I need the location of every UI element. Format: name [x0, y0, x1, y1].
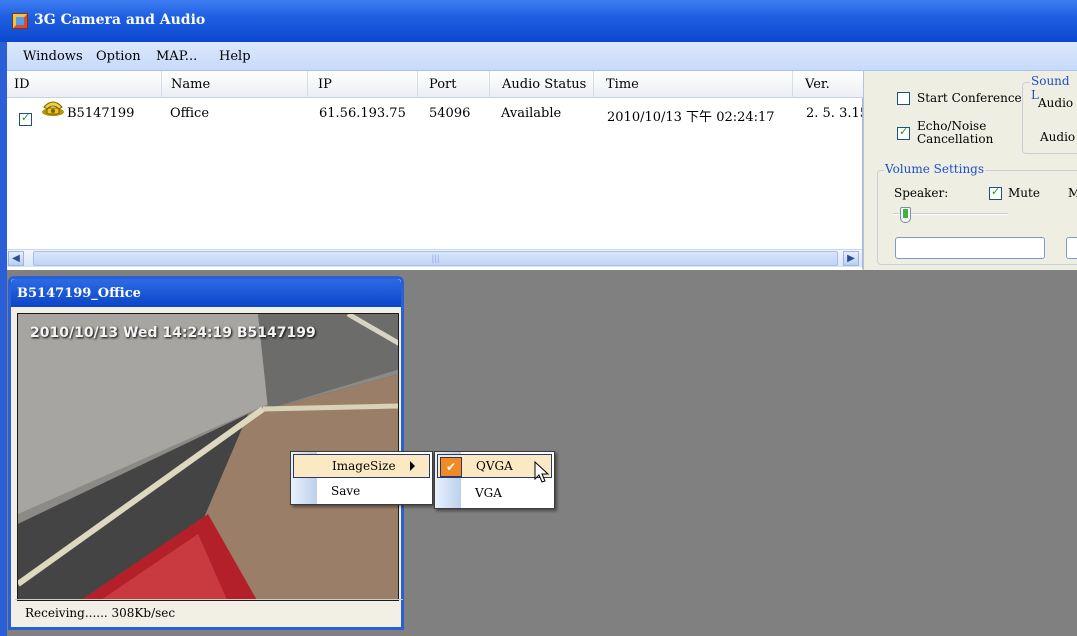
menu-help[interactable]: Help	[219, 49, 251, 64]
horizontal-scrollbar[interactable]: ◀ ||| ▶	[7, 249, 862, 267]
menu-item-save-label: Save	[331, 484, 361, 498]
mic-level-box[interactable]	[1066, 237, 1077, 259]
menu-item-imagesize[interactable]: ImageSize	[293, 454, 430, 478]
mute-label: Mute	[1008, 186, 1040, 200]
video-timestamp-overlay: 2010/10/13 Wed 14:24:19 B5147199	[30, 325, 316, 341]
mic-label-partial: M	[1068, 186, 1077, 200]
echo-label-line2: Cancellation	[917, 132, 994, 146]
column-audio-status[interactable]: Audio Status	[490, 71, 594, 98]
title-bar[interactable]: 3G Camera and Audio	[0, 0, 1077, 42]
row-checkbox[interactable]	[19, 111, 32, 126]
menu-item-imagesize-label: ImageSize	[332, 459, 396, 473]
mouse-pointer-icon	[534, 461, 550, 483]
cell-id: B5147199	[67, 106, 135, 121]
status-bar: Receiving...... 308Kb/sec	[15, 599, 403, 627]
volume-settings-title: Volume Settings	[884, 162, 986, 176]
cell-audio-status: Available	[501, 106, 562, 121]
submenu-item-vga-label: VGA	[475, 486, 502, 500]
submenu-arrow-icon	[410, 461, 415, 471]
menu-map[interactable]: MAP...	[156, 49, 197, 64]
column-port[interactable]: Port	[418, 71, 490, 98]
check-mark-icon: ✔	[440, 457, 462, 477]
audio-label-1: Audio	[1038, 96, 1074, 110]
window-title: 3G Camera and Audio	[34, 12, 206, 28]
audio-label-2: Audio	[1040, 130, 1076, 144]
column-ip[interactable]: IP	[308, 71, 418, 98]
column-id[interactable]: ID	[7, 71, 162, 98]
cell-name: Office	[170, 106, 210, 121]
echo-label-line1: Echo/Noise	[917, 119, 987, 133]
speaker-slider-thumb[interactable]	[900, 207, 911, 223]
echo-cancellation-label: Echo/Noise Cancellation	[917, 120, 993, 146]
menu-option[interactable]: Option	[96, 49, 141, 64]
device-list[interactable]: ID Name IP Port Audio Status Time Ver. B…	[7, 71, 863, 269]
menu-bar: Windows Option MAP... Help	[7, 42, 1077, 71]
cell-ip: 61.56.193.75	[319, 106, 406, 121]
menu-windows[interactable]: Windows	[23, 49, 83, 64]
context-menu: ImageSize Save	[290, 451, 433, 505]
app-icon	[12, 13, 28, 29]
speaker-level-box[interactable]	[895, 237, 1045, 259]
column-ver[interactable]: Ver.	[793, 71, 863, 98]
phone-icon	[42, 101, 64, 116]
start-conference-checkbox[interactable]	[897, 92, 910, 105]
camera-window-title: B5147199_Office	[17, 286, 141, 301]
submenu-item-vga[interactable]: VGA	[435, 482, 554, 506]
echo-cancellation-checkbox[interactable]	[897, 125, 910, 140]
menu-item-save[interactable]: Save	[291, 480, 432, 504]
camera-window-titlebar[interactable]: B5147199_Office	[11, 279, 401, 307]
list-header: ID Name IP Port Audio Status Time Ver.	[7, 71, 863, 98]
submenu-item-qvga-label: QVGA	[476, 459, 513, 473]
scroll-right-button[interactable]: ▶	[843, 251, 859, 266]
start-conference-label: Start Conference	[917, 91, 1022, 105]
cell-time: 2010/10/13 下午 02:24:17	[607, 110, 775, 125]
status-text: Receiving...... 308Kb/sec	[25, 606, 176, 620]
column-name[interactable]: Name	[162, 71, 308, 98]
column-time[interactable]: Time	[594, 71, 793, 98]
cell-port: 54096	[429, 106, 471, 121]
cell-ver: 2. 5. 3.15	[806, 106, 862, 121]
scroll-left-button[interactable]: ◀	[8, 251, 24, 266]
mute-checkbox[interactable]	[989, 185, 1002, 200]
speaker-label: Speaker:	[894, 186, 949, 200]
scrollbar-thumb[interactable]: |||	[33, 251, 838, 266]
